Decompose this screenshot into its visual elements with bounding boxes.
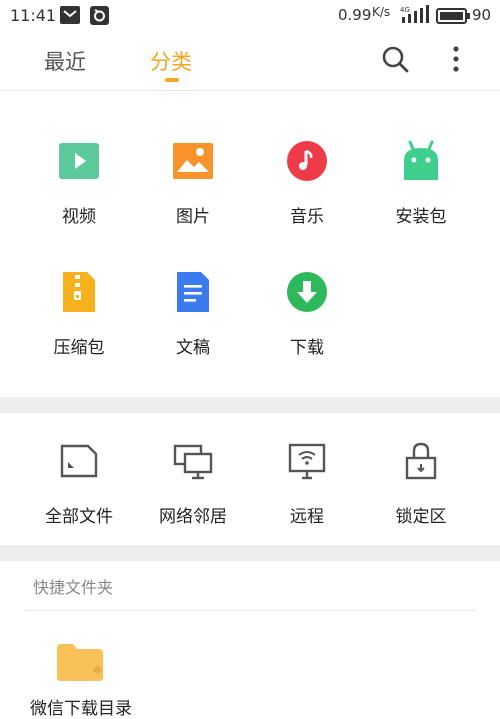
folder-label: 微信下载目录 [30,699,132,719]
storage-label: 全部文件 [45,507,113,527]
storage-label: 网络邻居 [159,507,227,527]
tab-category[interactable]: 分类 [150,46,192,76]
battery-level: 90 [472,6,492,24]
quick-folders-title: 快捷文件夹 [33,578,114,597]
active-tab-indicator [165,78,179,82]
category-label: 下载 [290,338,324,358]
sd-card-icon [58,440,100,482]
document-icon [172,271,214,313]
category-label: 文稿 [176,338,210,358]
battery-icon [436,8,470,28]
video-icon [58,140,100,182]
net-speed-unit: K/s [372,5,391,19]
section-divider [0,397,500,413]
network-icon [172,440,214,482]
storage-label: 锁定区 [395,507,447,527]
tab-recent[interactable]: 最近 [44,46,86,76]
net-speed: 0.99 [338,6,372,24]
category-zip[interactable]: 压缩包 [22,271,136,358]
more-vert-icon[interactable] [446,44,466,78]
storage-network[interactable]: 网络邻居 [136,440,250,527]
music-icon [286,140,328,182]
storage-remote[interactable]: 远程 [250,440,364,527]
category-music[interactable]: 音乐 [250,140,364,227]
section-divider [0,545,500,561]
category-download[interactable]: 下载 [250,271,364,358]
storage-label: 远程 [290,507,324,527]
zip-icon [58,271,100,313]
image-icon [172,140,214,182]
storage-all-files[interactable]: 全部文件 [22,440,136,527]
status-time: 11:41 [10,6,57,25]
category-label: 音乐 [290,207,324,227]
category-label: 视频 [62,207,96,227]
status-bar: 11:41 0.99 K/s 4G 90 [0,0,500,32]
category-video[interactable]: 视频 [22,140,136,227]
divider-line [25,610,475,611]
android-icon [400,140,442,182]
folder-icon [56,642,104,686]
category-document[interactable]: 文稿 [136,271,250,358]
signal-icon: 4G [400,5,430,29]
download-icon [286,271,328,313]
message-icon [60,6,80,28]
category-label: 安装包 [395,207,447,227]
network-type: 4G [400,6,410,14]
category-image[interactable]: 图片 [136,140,250,227]
category-label: 图片 [176,207,210,227]
category-label: 压缩包 [53,338,105,358]
top-bar: 最近 分类 [0,32,500,91]
lock-icon [400,440,442,482]
app-notification-icon [90,6,109,29]
remote-icon [286,440,328,482]
search-icon[interactable] [380,44,410,78]
storage-lock-zone[interactable]: 锁定区 [364,440,478,527]
category-apk[interactable]: 安装包 [364,140,478,227]
